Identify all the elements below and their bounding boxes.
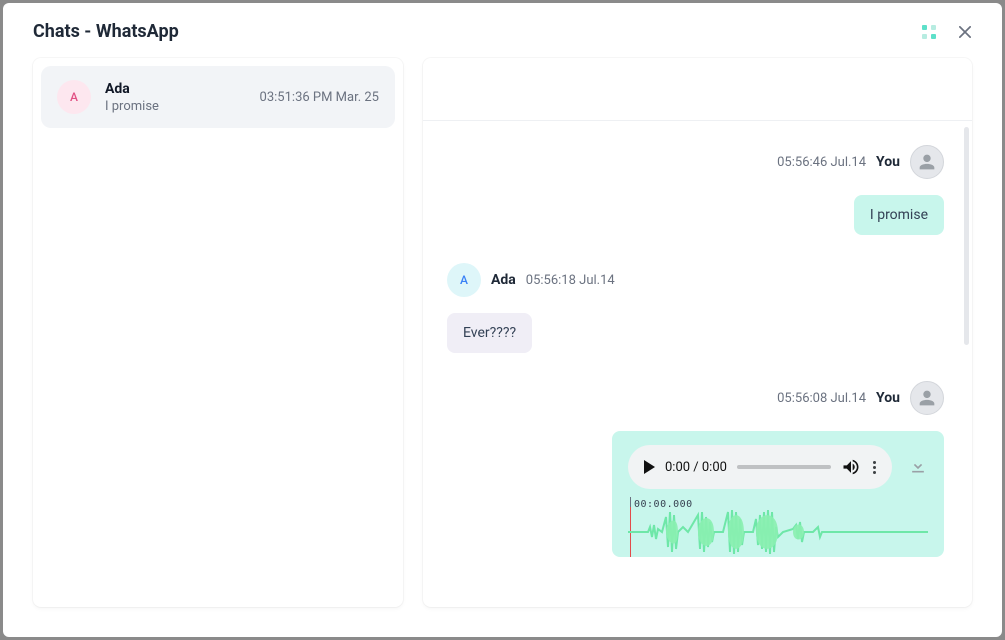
message-time: 05:56:08 Jul.14: [777, 391, 866, 406]
message-block: 05:56:46 Jul.14 You I promise: [447, 145, 944, 235]
chat-item-time: 03:51:36 PM Mar. 25: [260, 90, 379, 105]
message-block: 05:56:08 Jul.14 You 0:00 / 0:00: [447, 381, 944, 557]
message-bubble: I promise: [854, 195, 944, 235]
volume-icon[interactable]: [841, 457, 861, 477]
bubble-row: I promise: [447, 195, 944, 235]
message-header: 05:56:08 Jul.14 You: [447, 381, 944, 415]
chat-panel-header: [423, 58, 972, 121]
message-time: 05:56:46 Jul.14: [777, 155, 866, 170]
messages-area: 05:56:46 Jul.14 You I promise: [423, 121, 972, 607]
waveform-svg: [628, 507, 928, 557]
messages-scroll[interactable]: 05:56:46 Jul.14 You I promise: [423, 121, 964, 607]
chat-list-panel: A Ada I promise 03:51:36 PM Mar. 25: [33, 58, 403, 607]
window-title: Chats - WhatsApp: [33, 21, 179, 42]
player-time: 0:00 / 0:00: [665, 460, 727, 475]
voice-top-row: 0:00 / 0:00: [628, 445, 928, 489]
avatar-icon: [910, 381, 944, 415]
avatar-icon: [910, 145, 944, 179]
modal-window: Chats - WhatsApp A Ada I promise 03:51:3…: [3, 3, 1002, 637]
chat-item-name: Ada: [105, 81, 246, 97]
message-header: A Ada 05:56:18 Jul.14: [447, 263, 944, 297]
voice-message: 0:00 / 0:00: [612, 431, 944, 557]
message-header: 05:56:46 Jul.14 You: [447, 145, 944, 179]
download-icon[interactable]: [908, 455, 928, 479]
more-icon[interactable]: [871, 461, 878, 474]
modal-body: A Ada I promise 03:51:36 PM Mar. 25 05:5…: [3, 58, 1002, 637]
chat-item-main: Ada I promise: [105, 81, 246, 114]
waveform[interactable]: 00:00.000: [628, 497, 928, 557]
message-author: Ada: [491, 272, 516, 288]
header-actions: [922, 25, 972, 39]
modal-header: Chats - WhatsApp: [3, 3, 1002, 58]
chat-item-preview: I promise: [105, 99, 246, 114]
chat-panel: 05:56:46 Jul.14 You I promise: [423, 58, 972, 607]
scrollbar[interactable]: [964, 127, 969, 345]
message-author: You: [876, 390, 900, 406]
progress-bar[interactable]: [737, 465, 831, 469]
avatar: A: [57, 80, 91, 114]
chat-list-item[interactable]: A Ada I promise 03:51:36 PM Mar. 25: [41, 66, 395, 128]
expand-icon[interactable]: [922, 25, 936, 39]
avatar: A: [447, 263, 481, 297]
message-bubble: Ever????: [447, 313, 532, 353]
audio-player[interactable]: 0:00 / 0:00: [628, 445, 892, 489]
close-icon[interactable]: [958, 25, 972, 39]
play-icon[interactable]: [644, 460, 655, 474]
bubble-row: Ever????: [447, 313, 944, 353]
message-block: A Ada 05:56:18 Jul.14 Ever????: [447, 263, 944, 353]
waveform-tick: [630, 497, 631, 507]
message-time: 05:56:18 Jul.14: [526, 273, 615, 288]
message-author: You: [876, 154, 900, 170]
